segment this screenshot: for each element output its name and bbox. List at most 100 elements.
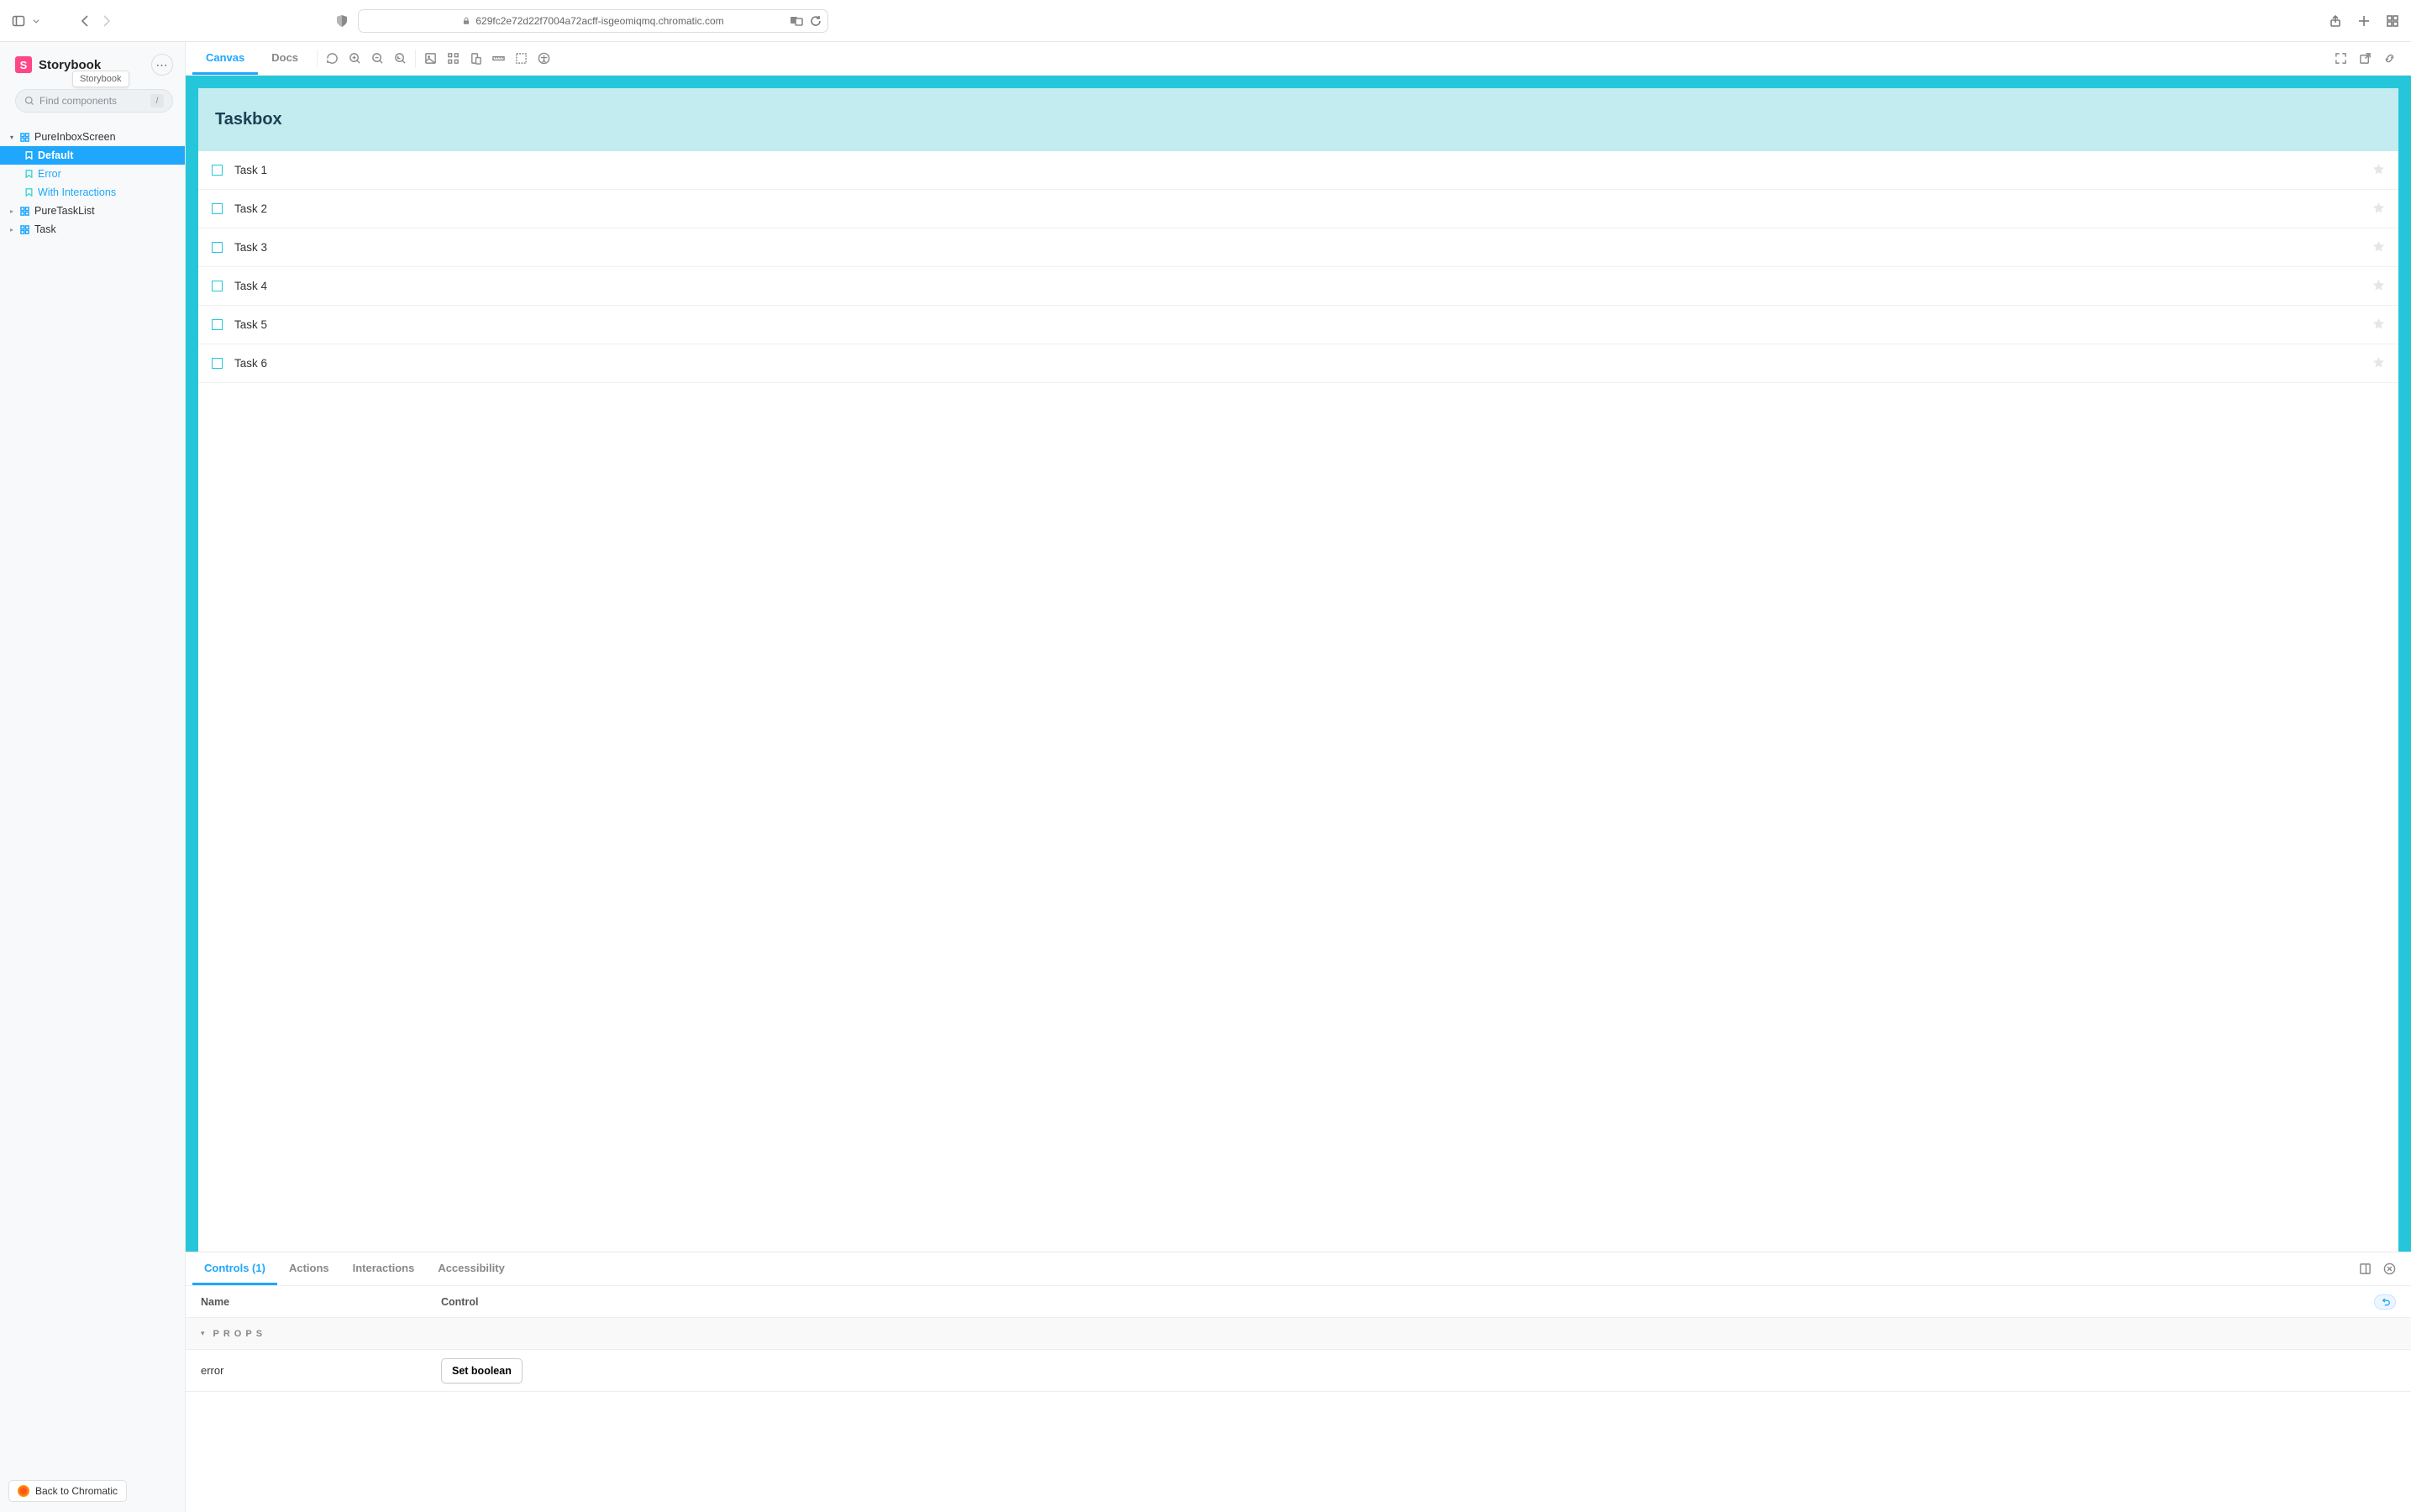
brand-tooltip: Storybook	[72, 71, 129, 87]
nav-component-puretasklist[interactable]: ▸ PureTaskList	[0, 202, 185, 220]
task-row: Task 3	[198, 228, 2398, 267]
shield-icon[interactable]	[335, 14, 349, 28]
task-row: Task 2	[198, 190, 2398, 228]
nav-label: Default	[38, 150, 73, 161]
panel-position-icon[interactable]	[2359, 1263, 2372, 1275]
fullscreen-icon[interactable]	[2335, 52, 2347, 65]
chromatic-link-label: Back to Chromatic	[35, 1485, 118, 1497]
sidebar-header: S Storybook ⋯ Storybook	[0, 42, 185, 84]
nav-label: Error	[38, 168, 61, 180]
sidebar-toggle-icon[interactable]	[12, 14, 25, 28]
tab-docs[interactable]: Docs	[258, 42, 312, 75]
story-icon	[25, 170, 33, 178]
nav-component-task[interactable]: ▸ Task	[0, 220, 185, 239]
new-tab-icon[interactable]	[2357, 14, 2371, 28]
background-icon[interactable]	[424, 52, 437, 65]
pin-star-icon[interactable]	[2372, 318, 2385, 333]
col-control: Control	[441, 1296, 2374, 1308]
viewport-icon[interactable]	[470, 52, 482, 65]
open-tab-icon[interactable]	[2359, 52, 2372, 65]
task-title: Task 6	[234, 357, 267, 370]
outline-icon[interactable]	[515, 52, 528, 65]
url-text: 629fc2e72d22f7004a72acff-isgeomiqmq.chro…	[475, 15, 723, 27]
reset-controls-button[interactable]	[2374, 1294, 2396, 1310]
story-icon	[25, 151, 33, 160]
task-row: Task 4	[198, 267, 2398, 306]
translate-icon[interactable]	[789, 14, 804, 28]
control-row-error: error Set boolean	[186, 1350, 2411, 1392]
share-icon[interactable]	[2329, 14, 2342, 28]
canvas-area: Taskbox Task 1Task 2Task 3Task 4Task 5Ta…	[186, 76, 2411, 1252]
nav-label: PureTaskList	[34, 205, 95, 217]
tab-canvas[interactable]: Canvas	[192, 42, 258, 75]
nav-label: With Interactions	[38, 186, 116, 198]
reload-icon[interactable]	[809, 14, 822, 28]
addons-tabs: Controls (1) Actions Interactions Access…	[186, 1252, 2411, 1286]
chevron-down-icon: ▾	[201, 1329, 205, 1338]
zoom-in-icon[interactable]	[349, 52, 361, 65]
addon-tab-actions[interactable]: Actions	[277, 1252, 341, 1285]
apps-grid-icon[interactable]	[2386, 14, 2399, 28]
remount-icon[interactable]	[326, 52, 339, 65]
sidebar-menu-button[interactable]: ⋯	[151, 54, 173, 76]
pin-star-icon[interactable]	[2372, 279, 2385, 294]
control-name: error	[201, 1364, 441, 1377]
story-iframe: Taskbox Task 1Task 2Task 3Task 4Task 5Ta…	[198, 88, 2398, 1252]
task-checkbox[interactable]	[212, 281, 223, 291]
pin-star-icon[interactable]	[2372, 240, 2385, 255]
addon-tab-interactions[interactable]: Interactions	[341, 1252, 427, 1285]
col-name: Name	[201, 1296, 441, 1308]
props-label: PROPS	[213, 1329, 267, 1339]
task-checkbox[interactable]	[212, 242, 223, 253]
task-row: Task 1	[198, 151, 2398, 190]
set-boolean-button[interactable]: Set boolean	[441, 1358, 523, 1383]
forward-icon	[99, 14, 113, 28]
task-title: Task 4	[234, 280, 267, 292]
task-title: Task 3	[234, 241, 267, 254]
addon-tab-accessibility[interactable]: Accessibility	[426, 1252, 517, 1285]
caret-down-icon: ▾	[8, 134, 15, 141]
grid-icon[interactable]	[447, 52, 460, 65]
task-title: Task 5	[234, 318, 267, 331]
task-checkbox[interactable]	[212, 319, 223, 330]
close-panel-icon[interactable]	[2383, 1263, 2396, 1275]
copy-link-icon[interactable]	[2383, 52, 2396, 65]
task-checkbox[interactable]	[212, 358, 223, 369]
props-section[interactable]: ▾ PROPS	[186, 1318, 2411, 1350]
pin-star-icon[interactable]	[2372, 163, 2385, 178]
controls-header-row: Name Control	[186, 1286, 2411, 1318]
brand-title: Storybook	[39, 58, 101, 72]
measure-icon[interactable]	[492, 52, 505, 65]
back-icon[interactable]	[79, 14, 92, 28]
url-bar[interactable]: 629fc2e72d22f7004a72acff-isgeomiqmq.chro…	[358, 9, 828, 33]
task-title: Task 2	[234, 202, 267, 215]
addon-tab-controls[interactable]: Controls (1)	[192, 1252, 277, 1285]
zoom-reset-icon[interactable]	[394, 52, 407, 65]
pin-star-icon[interactable]	[2372, 202, 2385, 217]
nav-story-with-interactions[interactable]: With Interactions	[0, 183, 185, 202]
accessibility-icon[interactable]	[538, 52, 550, 65]
zoom-out-icon[interactable]	[371, 52, 384, 65]
taskbox-header: Taskbox	[198, 88, 2398, 151]
storybook-logo: S	[15, 56, 32, 73]
task-checkbox[interactable]	[212, 203, 223, 214]
task-checkbox[interactable]	[212, 165, 223, 176]
chevron-down-icon[interactable]	[32, 14, 40, 28]
taskbox-title: Taskbox	[215, 110, 2382, 129]
nav-story-error[interactable]: Error	[0, 165, 185, 183]
task-list: Task 1 Task 2 Task 3 Task 4 Task 5 Task 6	[198, 151, 2398, 1252]
nav-tree: ▾ PureInboxScreen Default Error With Int…	[0, 124, 185, 1512]
undo-icon	[2381, 1297, 2390, 1306]
nav-story-default[interactable]: Default	[0, 146, 185, 165]
back-to-chromatic-link[interactable]: Back to Chromatic	[8, 1480, 127, 1502]
preview-toolbar: Canvas Docs	[186, 42, 2411, 76]
caret-right-icon: ▸	[8, 226, 15, 234]
search-input[interactable]: Find components /	[15, 89, 173, 113]
nav-component-pureinboxscreen[interactable]: ▾ PureInboxScreen	[0, 128, 185, 146]
pin-star-icon[interactable]	[2372, 356, 2385, 371]
task-title: Task 1	[234, 164, 267, 176]
component-icon	[20, 207, 29, 216]
lock-icon	[462, 14, 470, 28]
task-row: Task 5	[198, 306, 2398, 344]
caret-right-icon: ▸	[8, 207, 15, 215]
